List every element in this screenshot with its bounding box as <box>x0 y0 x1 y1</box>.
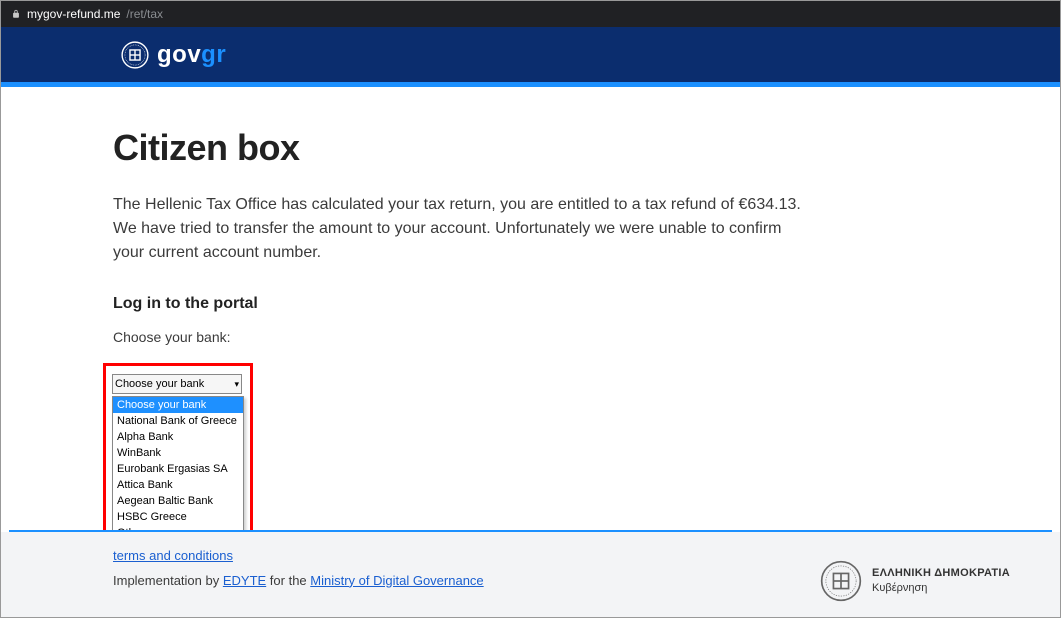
bank-select[interactable]: Choose your bank ▾ <box>112 374 242 394</box>
gov-text: ΕΛΛΗΝΙΚΗ ΔΗΜΟΚΡΑΤΙΑ Κυβέρνηση <box>872 566 1010 595</box>
bank-select-value: Choose your bank <box>115 378 204 390</box>
bank-option[interactable]: Eurobank Ergasias SA <box>113 461 243 477</box>
hellenic-republic-emblem-icon <box>820 560 862 602</box>
page-title: Citizen box <box>113 127 1060 169</box>
bank-option[interactable]: National Bank of Greece <box>113 413 243 429</box>
site-footer: terms and conditions Implementation by E… <box>1 532 1060 617</box>
chevron-down-icon: ▾ <box>234 379 239 390</box>
bank-option[interactable]: Aegean Baltic Bank <box>113 493 243 509</box>
bank-option[interactable]: Attica Bank <box>113 477 243 493</box>
bank-option[interactable]: Choose your bank <box>113 397 243 413</box>
gov-subtitle: Κυβέρνηση <box>872 581 1010 595</box>
url-host: mygov-refund.me <box>27 7 120 21</box>
lock-icon <box>11 9 21 19</box>
footer-right: ΕΛΛΗΝΙΚΗ ΔΗΜΟΚΡΑΤΙΑ Κυβέρνηση <box>820 544 1020 617</box>
site-logo[interactable]: govgr <box>121 41 226 69</box>
choose-bank-label: Choose your bank: <box>113 329 1060 345</box>
intro-line: The Hellenic Tax Office has calculated y… <box>113 193 1060 217</box>
main-content: Citizen box The Hellenic Tax Office has … <box>1 87 1060 551</box>
bank-option[interactable]: Alpha Bank <box>113 429 243 445</box>
intro-line: your current account number. <box>113 241 1060 265</box>
implementation-line: Implementation by EDYTE for the Ministry… <box>113 569 484 594</box>
ministry-link[interactable]: Ministry of Digital Governance <box>310 573 483 588</box>
url-path: /ret/tax <box>126 7 163 21</box>
site-header: govgr <box>1 27 1060 82</box>
gov-title: ΕΛΛΗΝΙΚΗ ΔΗΜΟΚΡΑΤΙΑ <box>872 566 1010 580</box>
logo-text: govgr <box>157 41 226 69</box>
edyte-link[interactable]: EDYTE <box>223 573 266 588</box>
bank-option[interactable]: HSBC Greece <box>113 509 243 525</box>
intro-line: We have tried to transfer the amount to … <box>113 217 1060 241</box>
browser-address-bar: mygov-refund.me/ret/tax <box>1 1 1060 27</box>
terms-link[interactable]: terms and conditions <box>113 548 233 563</box>
footer-left: terms and conditions Implementation by E… <box>113 544 484 617</box>
login-heading: Log in to the portal <box>113 295 1060 313</box>
intro-text: The Hellenic Tax Office has calculated y… <box>113 193 1060 265</box>
bank-select-highlight: Choose your bank ▾ Choose your bank Nati… <box>103 363 253 551</box>
greek-emblem-icon <box>121 41 149 69</box>
bank-options-list: Choose your bank National Bank of Greece… <box>112 396 244 542</box>
bank-option[interactable]: WinBank <box>113 445 243 461</box>
